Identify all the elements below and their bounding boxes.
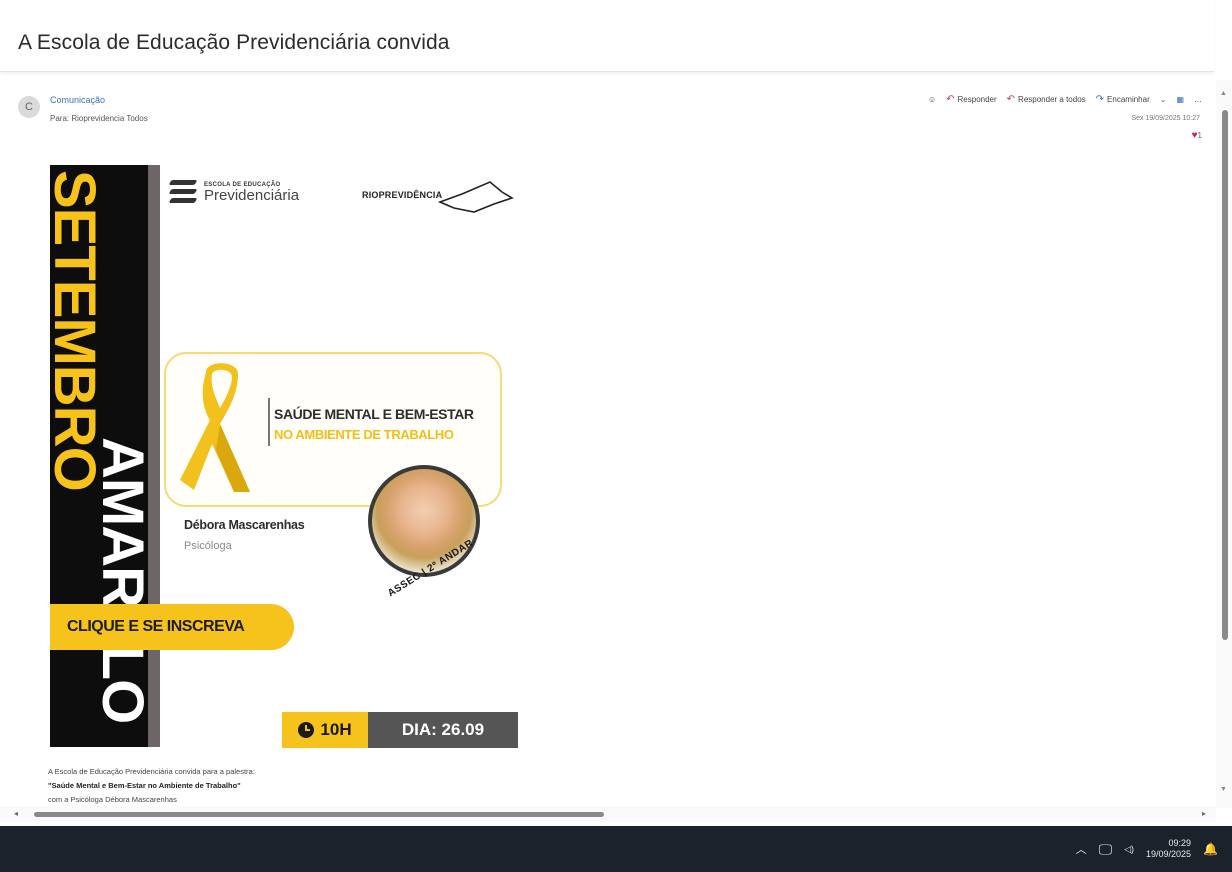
taskbar-date: 19/09/2025 [1146, 849, 1192, 859]
reply-button[interactable]: ↶ Responder [946, 94, 997, 105]
body-text-line2: "Saúde Mental e Bem-Estar no Ambiente de… [48, 781, 241, 790]
reply-icon: ↶ [946, 94, 955, 105]
network-icon[interactable]: 🖵 [1099, 841, 1113, 858]
emoji-icon[interactable]: ☺ [928, 95, 936, 104]
message-date: Sex 19/09/2025 10:27 [1131, 115, 1200, 122]
speaker-role: Psicóloga [184, 540, 232, 552]
horizontal-scroll-thumb[interactable] [34, 812, 604, 817]
vertical-title-clip: AMARELO [50, 165, 148, 747]
message-actions: ☺ ↶ Responder ↶ Responder a todos ↷ Enca… [928, 94, 1202, 105]
taskbar: ︿ 🖵 ◁) 09:29 19/09/2025 🔔 [0, 826, 1232, 872]
reply-all-button[interactable]: ↶ Responder a todos [1007, 94, 1086, 105]
reply-label: Responder [957, 95, 997, 104]
reply-all-label: Responder a todos [1018, 95, 1086, 104]
clock-icon [298, 722, 315, 738]
body-text-line1: A Escola de Educação Previdenciária conv… [48, 767, 255, 776]
scroll-down-icon[interactable]: ▼ [1220, 786, 1227, 793]
grid-view-icon[interactable]: ▦ [1176, 95, 1184, 104]
reaction-count: 1 [1197, 131, 1202, 140]
rio-logo-text: RIOPREVIDÊNCIA [362, 190, 443, 200]
volume-icon[interactable]: ◁) [1124, 844, 1134, 855]
gray-strip [148, 165, 160, 747]
forward-icon: ↷ [1095, 94, 1105, 105]
scroll-left-icon[interactable]: ◂ [14, 809, 18, 818]
subject-bar: A Escola de Educação Previdenciária conv… [0, 0, 1214, 72]
system-tray: ︿ 🖵 ◁) 09:29 19/09/2025 🔔 [1076, 826, 1218, 872]
vertical-scrollbar[interactable]: ▲ ▼ [1216, 80, 1232, 808]
chevron-up-icon[interactable]: ︿ [1076, 841, 1087, 857]
topic-title-line1: SAÚDE MENTAL E BEM-ESTAR [274, 406, 474, 422]
event-date: DIA: 26.09 [368, 712, 518, 748]
vertical-scroll-thumb[interactable] [1222, 110, 1228, 640]
recipient-line: Para: Rioprevidencia Todos [50, 114, 148, 123]
body-text-line3: com a Psicóloga Débora Mascarenhas [48, 795, 177, 804]
scroll-up-icon[interactable]: ▲ [1220, 90, 1227, 97]
reply-all-icon: ↶ [1006, 94, 1016, 105]
register-cta-button[interactable]: CLIQUE E SE INSCREVA [50, 604, 294, 650]
event-time-label: 10H [320, 720, 352, 739]
chevron-down-icon[interactable]: ⌄ [1160, 95, 1167, 104]
forward-label: Encaminhar [1107, 95, 1150, 104]
yellow-ribbon-icon [180, 363, 250, 492]
vertical-title-white: AMARELO [90, 437, 148, 724]
speaker-name: Débora Mascarenhas [184, 518, 305, 532]
notification-bell-icon[interactable]: 🔔 [1203, 842, 1218, 856]
message-subject: A Escola de Educação Previdenciária conv… [18, 31, 450, 54]
horizontal-scrollbar[interactable]: ◂ ▸ [0, 806, 1216, 822]
forward-button[interactable]: ↷ Encaminhar [1096, 94, 1150, 105]
escola-logo-big: Previdenciária [204, 186, 300, 204]
sender-avatar[interactable]: C [18, 96, 40, 118]
escola-logo-icon [168, 174, 198, 212]
topic-divider [268, 398, 270, 446]
rioprevidencia-logo: RIOPREVIDÊNCIA [362, 176, 518, 216]
speaker-photo [368, 465, 480, 577]
event-time: 10H [282, 712, 368, 748]
more-options-icon[interactable]: … [1194, 95, 1202, 104]
escola-logo: ESCOLA DE EDUCAÇÃO Previdenciária [168, 174, 299, 212]
sender-name[interactable]: Comunicação [50, 95, 105, 105]
topic-title-line2: NO AMBIENTE DE TRABALHO [274, 427, 454, 442]
taskbar-clock[interactable]: 09:29 19/09/2025 [1146, 838, 1191, 861]
reaction-badge[interactable]: ♥1 [1192, 130, 1202, 141]
taskbar-time: 09:29 [1168, 837, 1192, 848]
scroll-right-icon[interactable]: ▸ [1202, 809, 1206, 818]
speaker-photo-image [372, 469, 476, 573]
